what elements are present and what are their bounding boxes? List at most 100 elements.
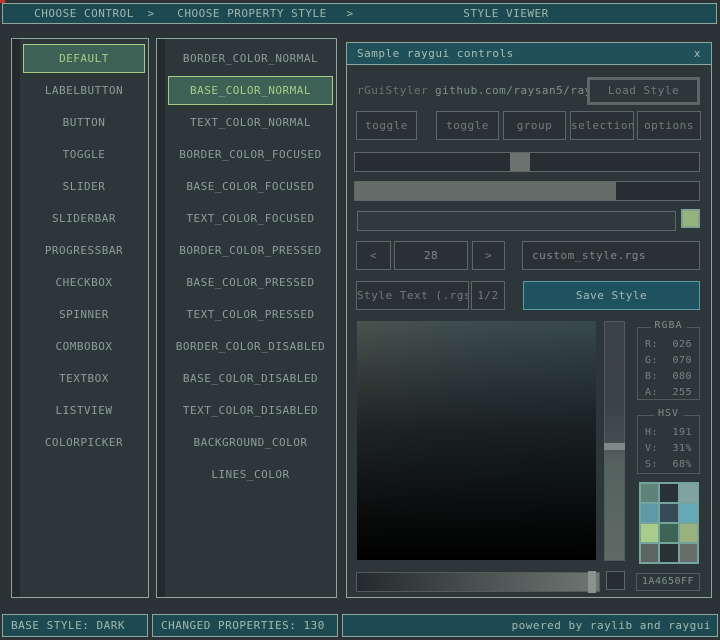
controls-list-item[interactable]: SPINNER [23,300,145,329]
properties-list-item[interactable]: TEXT_COLOR_DISABLED [168,396,333,425]
rgba-group-title: RGBA [650,320,686,331]
palette-swatch[interactable] [680,544,697,562]
controls-list-item[interactable]: TOGGLE [23,140,145,169]
properties-list-item[interactable]: BACKGROUND_COLOR [168,428,333,457]
pager-button[interactable]: 1/2 [471,281,505,310]
progress-fill [355,182,616,200]
filename-textbox[interactable]: custom_style.rgs [522,241,700,270]
hsv-rows: H:191V:31%S:68% [638,425,699,473]
properties-list-item[interactable]: BORDER_COLOR_DISABLED [168,332,333,361]
toggle-group-item-options[interactable]: options [637,111,701,140]
spinner-value-box[interactable]: 28 [394,241,468,270]
text-color-checkbox[interactable] [681,209,700,228]
palette-swatch[interactable] [641,524,658,542]
alpha-slider[interactable] [356,572,600,592]
rguistyler-app: CHOOSE CONTROL > CHOOSE PROPERTY STYLE >… [0,0,720,640]
properties-list: BORDER_COLOR_NORMAL BASE_COLOR_NORMAL TEXT… [168,44,333,492]
palette-swatch[interactable] [680,484,697,502]
palette-swatch[interactable] [660,484,677,502]
status-changed-properties: CHANGED PROPERTIES: 130 [152,614,338,637]
controls-list-item[interactable]: PROGRESSBAR [23,236,145,265]
controls-list-scrollbar[interactable] [12,39,20,597]
controls-list-item[interactable]: CHECKBOX [23,268,145,297]
spinner-decrease-button[interactable]: < [356,241,391,270]
status-base-style-label: BASE STYLE: DARK [11,619,125,632]
rgba-rows: R:026G:070B:080A:255 [638,337,699,401]
controls-list: DEFAULT LABELBUTTON BUTTON TOGGLE SLIDER SLID… [23,44,145,460]
status-base-style: BASE STYLE: DARK [2,614,148,637]
properties-list-panel: BORDER_COLOR_NORMAL BASE_COLOR_NORMAL TEXT… [156,38,337,598]
controls-list-item[interactable]: LABELBUTTON [23,76,145,105]
value-row: H:191 [638,425,699,441]
sample-controls-window: Sample raygui controls x rGuiStyler gith… [346,42,712,598]
controls-list-item[interactable]: SLIDER [23,172,145,201]
alpha-handle[interactable] [588,571,596,593]
sample-progressbar [354,181,700,201]
toggle-group-item-selection[interactable]: selection [570,111,634,140]
properties-list-item[interactable]: TEXT_COLOR_PRESSED [168,300,333,329]
palette-swatch[interactable] [680,504,697,522]
value-row: B:080 [638,369,699,385]
palette-swatch[interactable] [660,524,677,542]
value-row: R:026 [638,337,699,353]
properties-list-scrollbar[interactable] [157,39,165,597]
properties-list-item[interactable]: LINES_COLOR [168,460,333,489]
color-palette [639,482,699,564]
window-titlebar[interactable]: Sample raygui controls x [347,43,711,65]
slider-handle[interactable] [510,153,530,171]
close-icon[interactable]: x [694,43,701,64]
palette-swatch[interactable] [660,504,677,522]
controls-list-item[interactable]: TEXTBOX [23,364,145,393]
controls-list-item[interactable]: COLORPICKER [23,428,145,457]
properties-list-item[interactable]: BASE_COLOR_DISABLED [168,364,333,393]
controls-list-panel: DEFAULT LABELBUTTON BUTTON TOGGLE SLIDER SLID… [11,38,149,598]
status-changed-properties-label: CHANGED PROPERTIES: 130 [161,619,325,632]
value-row: S:68% [638,457,699,473]
toggle-group-item-toggle[interactable]: toggle [436,111,499,140]
properties-list-item[interactable]: BASE_COLOR_PRESSED [168,268,333,297]
palette-swatch[interactable] [641,544,658,562]
breadcrumb-separator-icon: > [346,4,353,23]
status-powered-by: powered by raylib and raygui [342,614,718,637]
save-style-button[interactable]: Save Style [523,281,700,310]
value-row: A:255 [638,385,699,401]
sample-textbox[interactable] [357,211,676,231]
window-title: Sample raygui controls [357,43,514,64]
hue-slider[interactable] [604,321,625,561]
step-choose-property-style: CHOOSE PROPERTY STYLE [177,4,327,23]
hex-value-box[interactable]: 1A4650FF [636,573,700,591]
controls-list-item[interactable]: SLIDERBAR [23,204,145,233]
step-style-viewer: STYLE VIEWER [463,4,548,23]
properties-list-item[interactable]: BORDER_COLOR_FOCUSED [168,140,333,169]
load-style-button[interactable]: Load Style [587,77,700,105]
hex-edit-checkbox[interactable] [606,571,625,590]
spinner-increase-button[interactable]: > [472,241,505,270]
properties-list-item[interactable]: BORDER_COLOR_PRESSED [168,236,333,265]
properties-list-item[interactable]: TEXT_COLOR_NORMAL [168,108,333,137]
toggle-group-item-group[interactable]: group [503,111,566,140]
palette-swatch[interactable] [641,484,658,502]
properties-list-item[interactable]: BASE_COLOR_NORMAL [168,76,333,105]
palette-swatch[interactable] [680,524,697,542]
style-text-button[interactable]: Style Text (.rgs) [356,281,469,310]
step-choose-control: CHOOSE CONTROL [34,4,134,23]
controls-list-item[interactable]: BUTTON [23,108,145,137]
breadcrumb-separator-icon: > [147,4,154,23]
hue-handle[interactable] [604,443,625,450]
controls-list-item[interactable]: COMBOBOX [23,332,145,361]
properties-list-item[interactable]: TEXT_COLOR_FOCUSED [168,204,333,233]
toggle-button[interactable]: toggle [356,111,417,140]
rgba-groupbox: RGBA R:026G:070B:080A:255 [637,327,700,400]
controls-list-item[interactable]: DEFAULT [23,44,145,73]
breadcrumb-bar: CHOOSE CONTROL > CHOOSE PROPERTY STYLE >… [2,3,717,24]
controls-list-item[interactable]: LISTVIEW [23,396,145,425]
sample-slider[interactable] [354,152,700,172]
properties-list-item[interactable]: BORDER_COLOR_NORMAL [168,44,333,73]
properties-list-item[interactable]: BASE_COLOR_FOCUSED [168,172,333,201]
palette-swatch[interactable] [660,544,677,562]
status-powered-by-label: powered by raylib and raygui [512,619,711,632]
palette-swatch[interactable] [641,504,658,522]
color-picker-panel[interactable] [357,321,596,560]
value-row: G:070 [638,353,699,369]
value-row: V:31% [638,441,699,457]
